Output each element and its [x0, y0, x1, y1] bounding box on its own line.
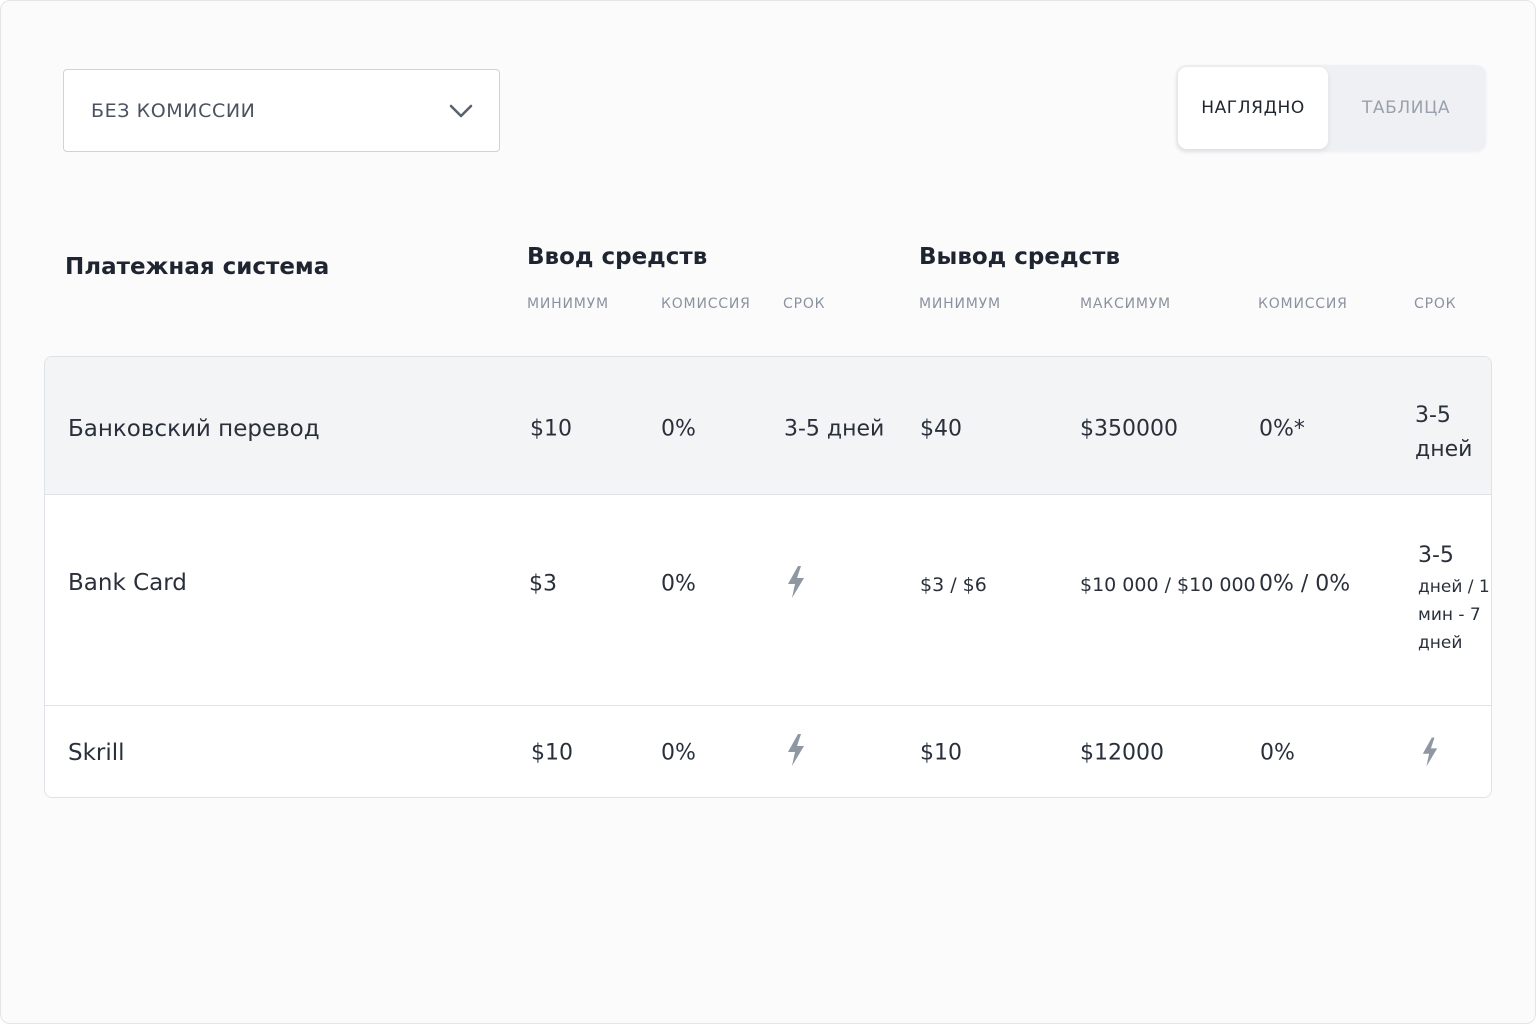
payment-system-header: Платежная система	[65, 254, 330, 280]
withdrawal-min-value: $40	[920, 416, 962, 442]
withdrawal-term-line: дней / 1	[1418, 577, 1490, 597]
withdrawal-term-line: 3-5	[1418, 543, 1454, 568]
deposit-min-value: $3	[529, 571, 557, 597]
deposit-header: Ввод средств	[527, 244, 708, 270]
deposit-commission-value: 0%	[661, 416, 696, 442]
withdrawal-term-line: 3-5	[1415, 403, 1451, 428]
withdrawal-commission-value: 0%	[1260, 740, 1295, 766]
withdrawal-commission-value: 0%*	[1259, 416, 1305, 442]
lightning-icon	[788, 566, 804, 598]
withdrawal-commission-value: 0% / 0%	[1259, 571, 1351, 597]
view-visual-button[interactable]: НАГЛЯДНО	[1178, 67, 1328, 149]
deposit-commission-column: КОМИССИЯ	[661, 296, 751, 312]
deposit-term-value: 3-5 дней	[784, 416, 885, 442]
chevron-down-icon	[449, 99, 473, 123]
table-row[interactable]: Skrill $10 0% $10 $12000 0%	[45, 706, 1491, 797]
deposit-commission-value: 0%	[661, 740, 696, 766]
payment-system-name: Skrill	[68, 740, 125, 766]
withdrawal-min-column: МИНИМУМ	[919, 296, 1001, 312]
deposit-min-value: $10	[530, 416, 572, 442]
withdrawal-term-column: СРОК	[1414, 296, 1457, 312]
payment-methods-panel: БЕЗ КОМИССИИ НАГЛЯДНО ТАБЛИЦА Платежная …	[0, 0, 1536, 1024]
withdrawal-max-value: $12000	[1080, 740, 1164, 766]
withdrawal-min-value: $10	[920, 740, 962, 766]
deposit-commission-value: 0%	[661, 571, 696, 597]
deposit-min-value: $10	[531, 740, 573, 766]
withdrawal-max-value: $10 000 / $10 000	[1080, 574, 1256, 596]
view-table-button[interactable]: ТАБЛИЦА	[1328, 67, 1484, 149]
payment-methods-table: Банковский перевод $10 0% 3-5 дней $40 $…	[44, 356, 1492, 798]
withdrawal-term-value: 3-5 дней	[1415, 399, 1472, 467]
commission-filter-dropdown[interactable]: БЕЗ КОМИССИИ	[63, 69, 500, 152]
payment-system-name: Bank Card	[68, 570, 187, 596]
withdrawal-header: Вывод средств	[919, 244, 1121, 270]
withdrawal-max-column: МАКСИМУМ	[1080, 296, 1171, 312]
payment-system-name: Банковский перевод	[68, 416, 320, 442]
table-row[interactable]: Банковский перевод $10 0% 3-5 дней $40 $…	[45, 357, 1491, 495]
view-mode-toggle: НАГЛЯДНО ТАБЛИЦА	[1176, 65, 1486, 151]
withdrawal-commission-column: КОМИССИЯ	[1258, 296, 1348, 312]
withdrawal-max-value: $350000	[1080, 416, 1178, 442]
withdrawal-term-line: мин - 7	[1418, 605, 1481, 625]
lightning-icon	[1422, 737, 1438, 767]
filter-selected-value: БЕЗ КОМИССИИ	[91, 99, 256, 122]
withdrawal-term-line: дней	[1415, 437, 1473, 462]
withdrawal-term-line: дней	[1418, 633, 1463, 653]
withdrawal-term-value: 3-5 дней / 1 мин - 7 дней	[1418, 539, 1490, 657]
deposit-term-column: СРОК	[783, 296, 826, 312]
withdrawal-min-value: $3 / $6	[920, 574, 987, 596]
deposit-min-column: МИНИМУМ	[527, 296, 609, 312]
table-row[interactable]: Bank Card $3 0% $3 / $6 $10 000 / $10 00…	[45, 495, 1491, 706]
lightning-icon	[788, 734, 804, 766]
